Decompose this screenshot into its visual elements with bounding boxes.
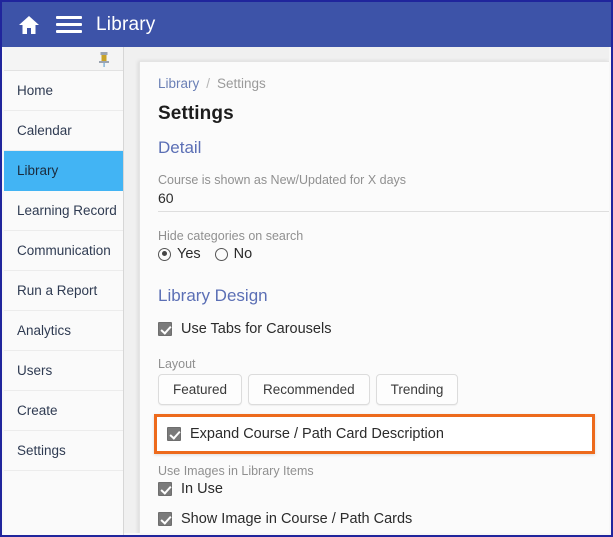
highlighted-setting-region: Expand Course / Path Card Description	[154, 414, 595, 454]
radio-label: Yes	[177, 246, 201, 262]
checkbox-label: Use Tabs for Carousels	[181, 321, 332, 337]
sidebar-item-label: Communication	[17, 243, 111, 258]
section-heading-library-design[interactable]: Library Design	[158, 286, 591, 306]
settings-content-card: Library / Settings Settings Detail Cours…	[139, 61, 609, 533]
breadcrumb-link-library[interactable]: Library	[158, 76, 199, 91]
sidebar-item-label: Calendar	[17, 123, 72, 138]
section-heading-detail[interactable]: Detail	[158, 138, 591, 158]
field-new-updated-days: Course is shown as New/Updated for X day…	[158, 173, 609, 212]
checkbox-show-image-in-cards[interactable]: Show Image in Course / Path Cards	[158, 511, 591, 527]
top-header-bar: Library	[2, 2, 611, 47]
sidebar-item-label: Home	[17, 83, 54, 98]
sidebar-item-analytics[interactable]: Analytics	[4, 311, 123, 351]
checkbox-label: Expand Course / Path Card Description	[190, 426, 444, 442]
field-label-use-images: Use Images in Library Items	[158, 464, 314, 478]
checkbox-in-use[interactable]: In Use	[158, 481, 591, 497]
sidebar-item-library[interactable]: Library	[4, 151, 123, 191]
sidebar-item-communication[interactable]: Communication	[4, 231, 123, 271]
sidebar-item-label: Analytics	[17, 323, 72, 338]
main-content-scroll-area[interactable]: Library / Settings Settings Detail Cours…	[123, 47, 609, 533]
topbar-title: Library	[96, 13, 156, 35]
radio-icon-no	[214, 247, 228, 261]
layout-button-featured[interactable]: Featured	[158, 374, 243, 405]
radio-option-no[interactable]: No	[214, 246, 253, 262]
field-label-layout: Layout	[158, 357, 196, 371]
field-value[interactable]: 60	[158, 190, 609, 211]
sidebar-item-label: Library	[17, 163, 59, 178]
breadcrumb-current-settings: Settings	[217, 76, 266, 91]
radio-icon-yes	[158, 247, 171, 261]
sidebar-item-settings[interactable]: Settings	[4, 431, 123, 471]
field-label: Course is shown as New/Updated for X day…	[158, 173, 407, 187]
hamburger-menu-icon[interactable]	[56, 15, 82, 35]
sidebar-item-label: Learning Record	[17, 203, 117, 218]
sidebar-item-label: Run a Report	[17, 283, 98, 298]
sidebar-item-learning-record[interactable]: Learning Record	[4, 191, 123, 231]
radio-label: No	[233, 246, 253, 262]
sidebar-item-home[interactable]: Home	[4, 71, 123, 111]
checkbox-use-tabs-for-carousels[interactable]: Use Tabs for Carousels	[158, 321, 591, 337]
pin-icon[interactable]	[97, 51, 111, 67]
checkmark-icon	[158, 482, 172, 496]
checkmark-icon	[167, 427, 181, 441]
field-label-hide-categories: Hide categories on search	[158, 229, 304, 243]
layout-button-group: Featured Recommended Trending	[158, 374, 591, 405]
checkbox-expand-card-description[interactable]: Expand Course / Path Card Description	[167, 426, 582, 442]
layout-button-recommended[interactable]: Recommended	[248, 374, 370, 405]
sidebar-item-label: Create	[17, 403, 58, 418]
breadcrumb: Library / Settings	[158, 76, 591, 91]
sidebar-item-calendar[interactable]: Calendar	[4, 111, 123, 151]
checkmark-icon	[158, 322, 172, 336]
layout-button-trending[interactable]: Trending	[375, 374, 459, 405]
checkmark-icon	[158, 512, 172, 526]
sidebar-navigation: Home Calendar Library Learning Record Co…	[4, 47, 124, 535]
radio-group-hide-categories: Yes No	[158, 246, 591, 262]
sidebar-item-label: Settings	[17, 443, 66, 458]
sidebar-item-create[interactable]: Create	[4, 391, 123, 431]
sidebar-item-run-a-report[interactable]: Run a Report	[4, 271, 123, 311]
home-icon[interactable]	[16, 13, 42, 37]
sidebar-item-users[interactable]: Users	[4, 351, 123, 391]
radio-option-yes[interactable]: Yes	[158, 246, 201, 262]
sidebar-pin-row	[4, 47, 123, 71]
breadcrumb-separator: /	[206, 76, 211, 91]
page-title: Settings	[158, 103, 234, 124]
application-window: Library Home Calendar Library Learning R…	[0, 0, 613, 537]
checkbox-label: Show Image in Course / Path Cards	[181, 511, 413, 527]
sidebar-item-label: Users	[17, 363, 53, 378]
checkbox-label: In Use	[181, 481, 223, 497]
